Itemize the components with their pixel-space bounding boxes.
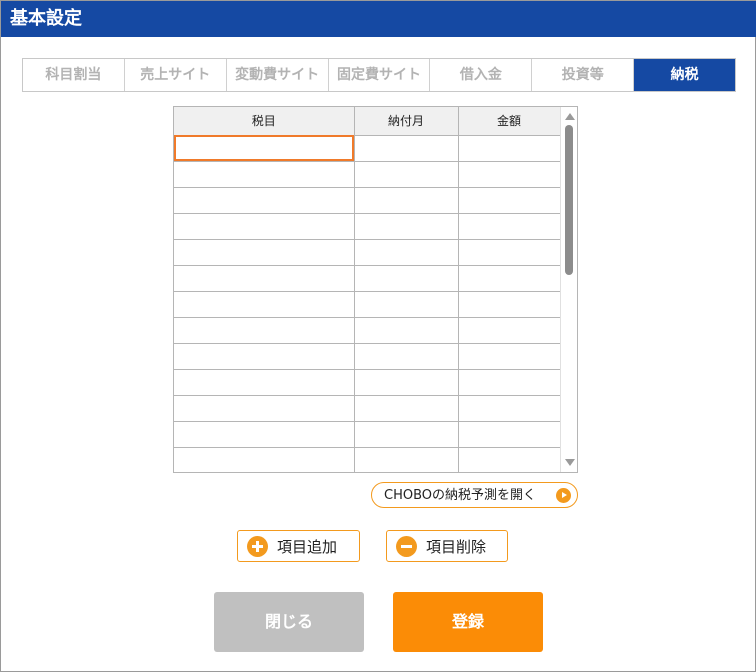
tab-tax-payment[interactable]: 納税: [634, 59, 736, 91]
tax-item-cell[interactable]: [174, 369, 355, 396]
tax-item-cell[interactable]: [174, 135, 355, 162]
tax-item-cell[interactable]: [174, 447, 355, 472]
tax-item-cell[interactable]: [174, 265, 355, 292]
amount-cell[interactable]: [458, 187, 561, 214]
amount-cell[interactable]: [458, 421, 561, 448]
payment-month-cell[interactable]: [354, 187, 459, 214]
vertical-scrollbar[interactable]: [560, 107, 577, 472]
tax-item-cell[interactable]: [174, 161, 355, 188]
table-row: [174, 343, 561, 370]
scroll-thumb[interactable]: [565, 125, 573, 275]
table-row: [174, 395, 561, 422]
table-row: [174, 447, 561, 472]
payment-month-cell[interactable]: [354, 135, 459, 162]
tax-item-cell[interactable]: [174, 213, 355, 240]
table-row: [174, 187, 561, 214]
tax-item-cell[interactable]: [174, 317, 355, 344]
minus-circle-icon: [396, 536, 417, 557]
payment-month-cell[interactable]: [354, 343, 459, 370]
amount-cell[interactable]: [458, 135, 561, 162]
table-row: [174, 291, 561, 318]
amount-cell[interactable]: [458, 343, 561, 370]
tab-bar: 科目割当 売上サイト 変動費サイト 固定費サイト 借入金 投資等 納税: [22, 58, 736, 92]
column-header-payment-month[interactable]: 納付月: [354, 107, 459, 136]
table-body: [174, 135, 561, 472]
payment-month-cell[interactable]: [354, 369, 459, 396]
scroll-up-arrow-icon[interactable]: [565, 113, 575, 120]
payment-month-cell[interactable]: [354, 213, 459, 240]
plus-circle-icon: [247, 536, 268, 557]
delete-item-label: 項目削除: [426, 538, 487, 556]
payment-month-cell[interactable]: [354, 421, 459, 448]
table-row: [174, 317, 561, 344]
table-row: [174, 135, 561, 162]
title-bar: 基本設定: [1, 1, 756, 37]
table-row: [174, 239, 561, 266]
payment-month-cell[interactable]: [354, 317, 459, 344]
register-button[interactable]: 登録: [393, 592, 543, 652]
table-row: [174, 265, 561, 292]
scroll-down-arrow-icon[interactable]: [565, 459, 575, 466]
add-item-button[interactable]: 項目追加: [237, 530, 360, 562]
settings-window: 基本設定 科目割当 売上サイト 変動費サイト 固定費サイト 借入金 投資等 納税…: [0, 0, 756, 672]
tax-item-cell[interactable]: [174, 395, 355, 422]
tab-borrowings[interactable]: 借入金: [430, 59, 533, 91]
tax-item-cell[interactable]: [174, 291, 355, 318]
table-header-row: 税目 納付月 金額: [174, 107, 561, 136]
table-row: [174, 161, 561, 188]
tax-item-cell[interactable]: [174, 421, 355, 448]
amount-cell[interactable]: [458, 213, 561, 240]
payment-month-cell[interactable]: [354, 395, 459, 422]
tax-grid: 税目 納付月 金額: [173, 106, 578, 473]
column-header-amount[interactable]: 金額: [458, 107, 561, 136]
amount-cell[interactable]: [458, 447, 561, 472]
table-row: [174, 421, 561, 448]
table-row: [174, 369, 561, 396]
column-header-tax-item[interactable]: 税目: [174, 107, 355, 136]
payment-month-cell[interactable]: [354, 161, 459, 188]
payment-month-cell[interactable]: [354, 239, 459, 266]
amount-cell[interactable]: [458, 239, 561, 266]
tab-investments[interactable]: 投資等: [532, 59, 635, 91]
amount-cell[interactable]: [458, 317, 561, 344]
tax-item-cell[interactable]: [174, 187, 355, 214]
add-item-label: 項目追加: [277, 538, 338, 556]
tax-item-cell[interactable]: [174, 343, 355, 370]
table-row: [174, 213, 561, 240]
amount-cell[interactable]: [458, 291, 561, 318]
amount-cell[interactable]: [458, 395, 561, 422]
amount-cell[interactable]: [458, 265, 561, 292]
close-button[interactable]: 閉じる: [214, 592, 364, 652]
tax-item-cell[interactable]: [174, 239, 355, 266]
open-chobo-tax-forecast-label: CHOBOの納税予測を開く: [384, 488, 537, 503]
payment-month-cell[interactable]: [354, 447, 459, 472]
tab-fixed-cost-site[interactable]: 固定費サイト: [329, 59, 431, 91]
tax-table: 税目 納付月 金額: [174, 107, 561, 472]
payment-month-cell[interactable]: [354, 291, 459, 318]
play-circle-icon: [556, 488, 571, 503]
window-title: 基本設定: [10, 8, 82, 29]
delete-item-button[interactable]: 項目削除: [386, 530, 508, 562]
amount-cell[interactable]: [458, 161, 561, 188]
open-chobo-tax-forecast-link[interactable]: CHOBOの納税予測を開く: [371, 482, 578, 508]
tab-variable-cost-site[interactable]: 変動費サイト: [227, 59, 329, 91]
amount-cell[interactable]: [458, 369, 561, 396]
tab-account-assignment[interactable]: 科目割当: [23, 59, 125, 91]
tab-sales-site[interactable]: 売上サイト: [125, 59, 227, 91]
payment-month-cell[interactable]: [354, 265, 459, 292]
